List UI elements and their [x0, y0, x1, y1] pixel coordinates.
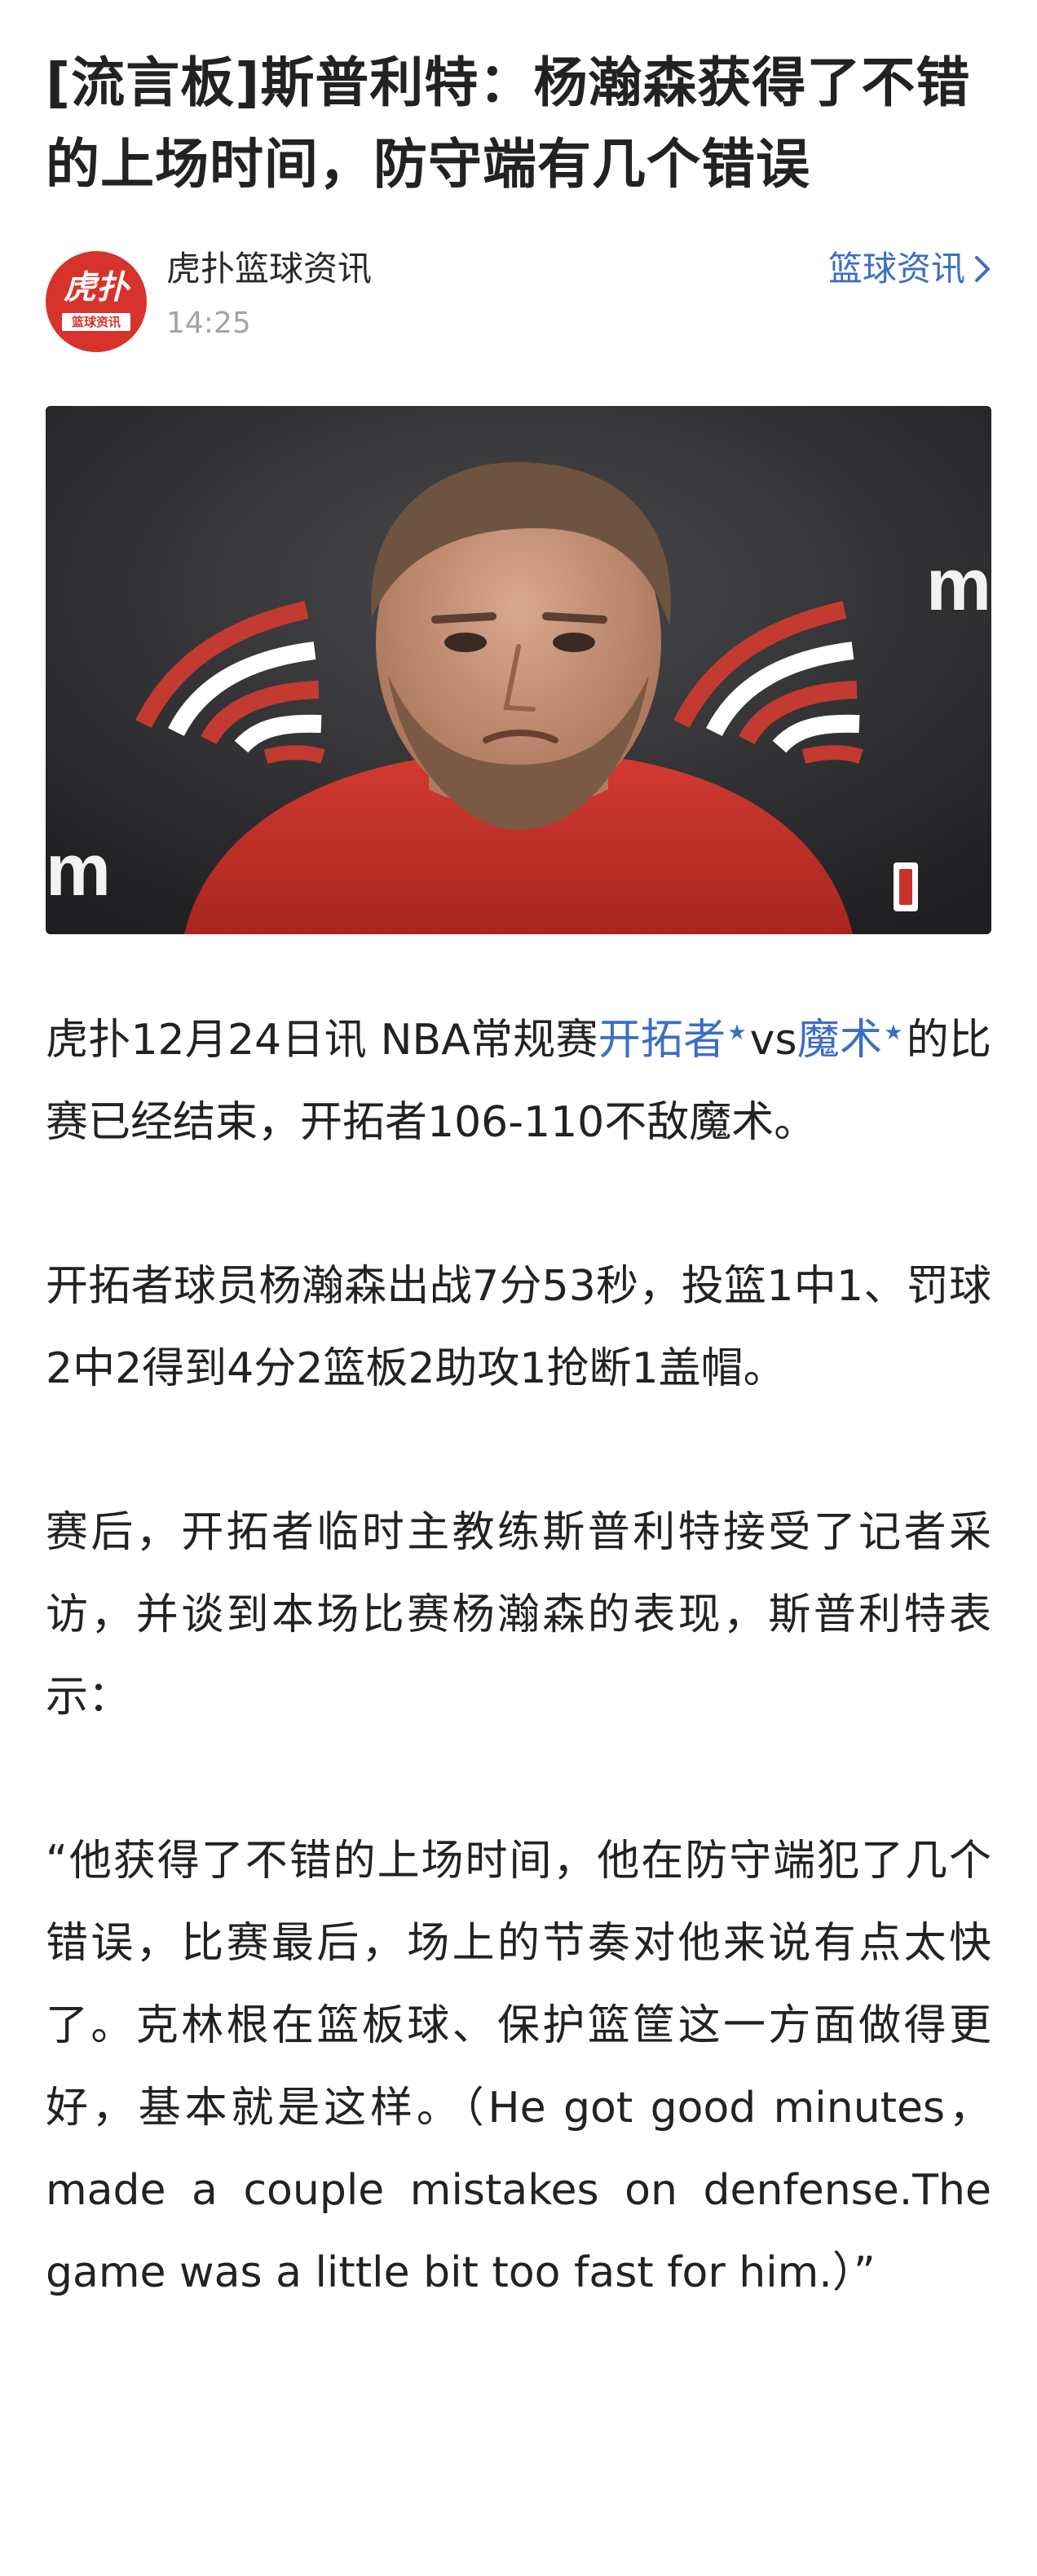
avatar-logo-text: 虎扑 [64, 269, 129, 307]
article-body: 虎扑12月24日讯 NBA常规赛开拓者★vs魔术★的比赛已经结束，开拓者106-… [46, 999, 991, 2314]
author-avatar[interactable]: 虎扑 篮球资讯 [46, 251, 147, 352]
avatar-logo-subtext: 篮球资讯 [62, 313, 130, 331]
vs-label: vs [749, 1016, 797, 1065]
article-paragraph-2: 开拓者球员杨瀚森出战7分53秒，投篮1中1、罚球2中2得到4分2篮板2助攻1抢断… [46, 1262, 991, 1393]
publish-time: 14:25 [166, 307, 251, 340]
article-title: [流言板]斯普利特：杨瀚森获得了不错的上场时间，防守端有几个错误 [46, 51, 971, 196]
channel-link[interactable]: 篮球资讯 [828, 245, 991, 293]
paragraph-1-prefix: 虎扑12月24日讯 NBA常规赛 [46, 1016, 598, 1065]
article-paragraph-3: 赛后，开拓者临时主教练斯普利特接受了记者采访，并谈到本场比赛杨瀚森的表现，斯普利… [46, 1508, 991, 1722]
author-name[interactable]: 虎扑篮球资讯 [166, 245, 372, 293]
hero-image[interactable]: m m [46, 406, 991, 934]
article-paragraph-1: 虎扑12月24日讯 NBA常规赛开拓者★vs魔术★的比赛已经结束，开拓者106-… [46, 1016, 991, 1147]
chevron-right-icon [975, 255, 990, 282]
team-link-blazers[interactable]: 开拓者 [598, 1016, 726, 1065]
article-paragraph-quote: “他获得了不错的上场时间，他在防守端犯了几个错误，比赛最后，场上的节奏对他来说有… [46, 1837, 991, 2297]
author-row: 虎扑 篮球资讯 虎扑篮球资讯 14:25 篮球资讯 [46, 245, 991, 359]
team-link-magic[interactable]: 魔术 [797, 1016, 883, 1065]
channel-link-label: 篮球资讯 [827, 249, 965, 289]
wall-text-right: m [926, 545, 991, 626]
wall-text-left: m [46, 830, 111, 911]
portrait-photo-icon: m m [46, 406, 991, 934]
